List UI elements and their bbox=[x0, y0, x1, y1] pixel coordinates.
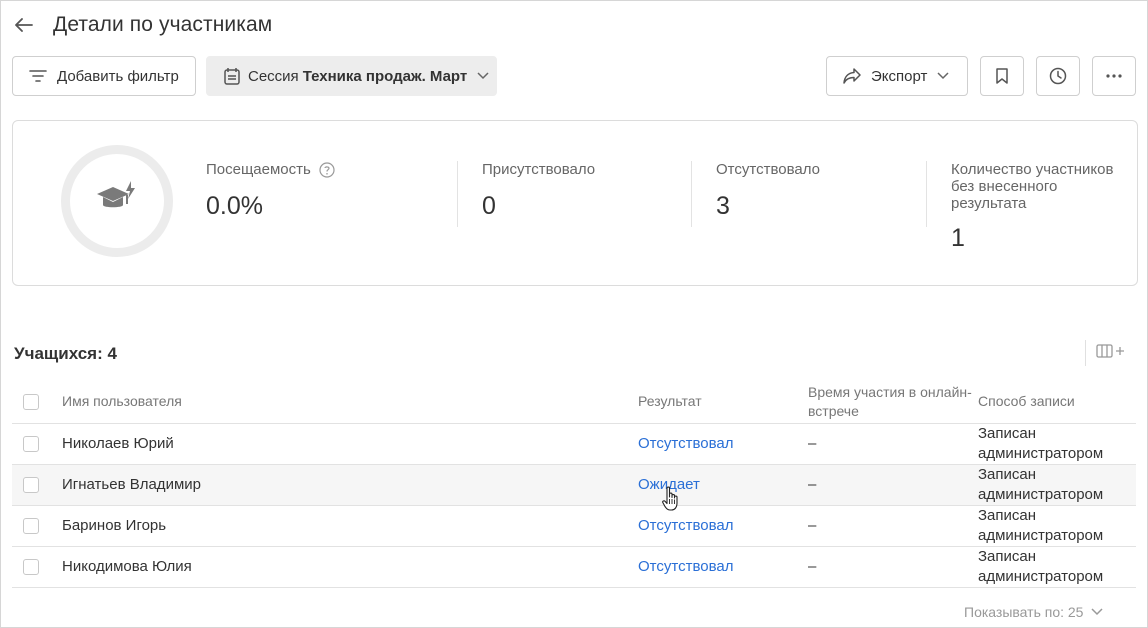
add-filter-button[interactable]: Добавить фильтр bbox=[12, 56, 196, 96]
clock-icon bbox=[1049, 67, 1067, 85]
export-label: Экспорт bbox=[871, 67, 928, 85]
attendance-label: Посещаемость bbox=[206, 161, 311, 178]
table-row[interactable]: Игнатьев Владимир Ожидает – Записан адми… bbox=[12, 464, 1136, 506]
column-header-time[interactable]: Время участия в онлайн-встрече bbox=[808, 381, 978, 424]
enrollment-method: Записан администратором bbox=[978, 464, 1136, 506]
column-header-result[interactable]: Результат bbox=[638, 381, 808, 424]
stat-absent: Отсутствовало 3 bbox=[716, 161, 820, 221]
graduation-cap-icon bbox=[95, 180, 139, 223]
divider bbox=[691, 161, 692, 227]
row-checkbox[interactable] bbox=[23, 517, 39, 534]
absent-value: 3 bbox=[716, 192, 730, 220]
calendar-icon bbox=[224, 67, 240, 85]
more-dots-icon bbox=[1106, 74, 1122, 78]
learners-count-title: Учащихся: 4 bbox=[14, 344, 117, 363]
user-name: Игнатьев Владимир bbox=[61, 464, 638, 506]
present-value: 0 bbox=[482, 192, 496, 220]
result-link[interactable]: Отсутствовал bbox=[638, 435, 733, 452]
page-size-select[interactable]: Показывать по: 25 bbox=[964, 604, 1103, 620]
more-button[interactable] bbox=[1092, 56, 1136, 96]
learners-table: Имя пользователя Результат Время участия… bbox=[12, 381, 1136, 588]
table-row[interactable]: Николаев Юрий Отсутствовал – Записан адм… bbox=[12, 423, 1136, 465]
user-name: Баринов Игорь bbox=[61, 505, 638, 547]
divider bbox=[926, 161, 927, 227]
filter-icon bbox=[29, 69, 47, 83]
select-all-checkbox[interactable] bbox=[23, 393, 39, 410]
chevron-down-icon bbox=[477, 72, 489, 80]
absent-label: Отсутствовало bbox=[716, 161, 820, 178]
enrollment-method: Записан администратором bbox=[978, 546, 1136, 588]
column-header-name[interactable]: Имя пользователя bbox=[61, 381, 638, 424]
export-button[interactable]: Экспорт bbox=[826, 56, 968, 96]
back-arrow-icon[interactable] bbox=[12, 13, 36, 37]
column-settings-button[interactable] bbox=[1085, 340, 1126, 366]
bookmark-button[interactable] bbox=[980, 56, 1024, 96]
participation-time: – bbox=[808, 423, 978, 465]
session-prefix: Сессия bbox=[248, 67, 299, 85]
history-button[interactable] bbox=[1036, 56, 1080, 96]
participation-time: – bbox=[808, 505, 978, 547]
table-row[interactable]: Никодимова Юлия Отсутствовал – Записан а… bbox=[12, 546, 1136, 588]
no-result-value: 1 bbox=[951, 224, 965, 252]
page-title: Детали по участникам bbox=[53, 13, 273, 36]
row-checkbox[interactable] bbox=[23, 476, 39, 493]
bookmark-icon bbox=[996, 68, 1008, 84]
row-checkbox[interactable] bbox=[23, 435, 39, 452]
divider bbox=[457, 161, 458, 227]
column-header-method[interactable]: Способ записи bbox=[978, 381, 1136, 424]
attendance-ring bbox=[61, 145, 173, 257]
help-icon[interactable] bbox=[319, 161, 335, 178]
enrollment-method: Записан администратором bbox=[978, 505, 1136, 547]
table-header-row: Имя пользователя Результат Время участия… bbox=[12, 381, 1136, 424]
chevron-down-icon bbox=[1091, 608, 1103, 616]
chevron-down-icon bbox=[937, 72, 949, 80]
result-link[interactable]: Отсутствовал bbox=[638, 517, 733, 534]
row-checkbox[interactable] bbox=[23, 558, 39, 575]
user-name: Николаев Юрий bbox=[61, 423, 638, 465]
columns-add-icon bbox=[1096, 343, 1126, 364]
page-header: Детали по участникам bbox=[12, 10, 272, 40]
share-arrow-icon bbox=[843, 68, 861, 84]
stat-no-result: Количество участников без внесенного рез… bbox=[951, 161, 1131, 253]
attendance-value: 0.0% bbox=[206, 192, 263, 220]
enrollment-method: Записан администратором bbox=[978, 423, 1136, 465]
result-link[interactable]: Отсутствовал bbox=[638, 558, 733, 575]
present-label: Присутствовало bbox=[482, 161, 596, 178]
stat-attendance: Посещаемость 0.0% bbox=[206, 161, 335, 221]
page-size-label: Показывать по: 25 bbox=[964, 604, 1084, 620]
hand-pointer-icon bbox=[662, 486, 680, 517]
stats-panel: Посещаемость 0.0% Присутствовало 0 Отсут… bbox=[12, 120, 1138, 286]
add-filter-label: Добавить фильтр bbox=[57, 67, 179, 85]
participation-time: – bbox=[808, 464, 978, 506]
session-name: Техника продаж. Март bbox=[302, 67, 468, 85]
session-select[interactable]: Сессия Техника продаж. Март bbox=[206, 56, 497, 96]
table-row[interactable]: Баринов Игорь Отсутствовал – Записан адм… bbox=[12, 505, 1136, 547]
user-name: Никодимова Юлия bbox=[61, 546, 638, 588]
stat-present: Присутствовало 0 bbox=[482, 161, 595, 221]
participation-time: – bbox=[808, 546, 978, 588]
no-result-label: Количество участников без внесенного рез… bbox=[951, 161, 1114, 212]
